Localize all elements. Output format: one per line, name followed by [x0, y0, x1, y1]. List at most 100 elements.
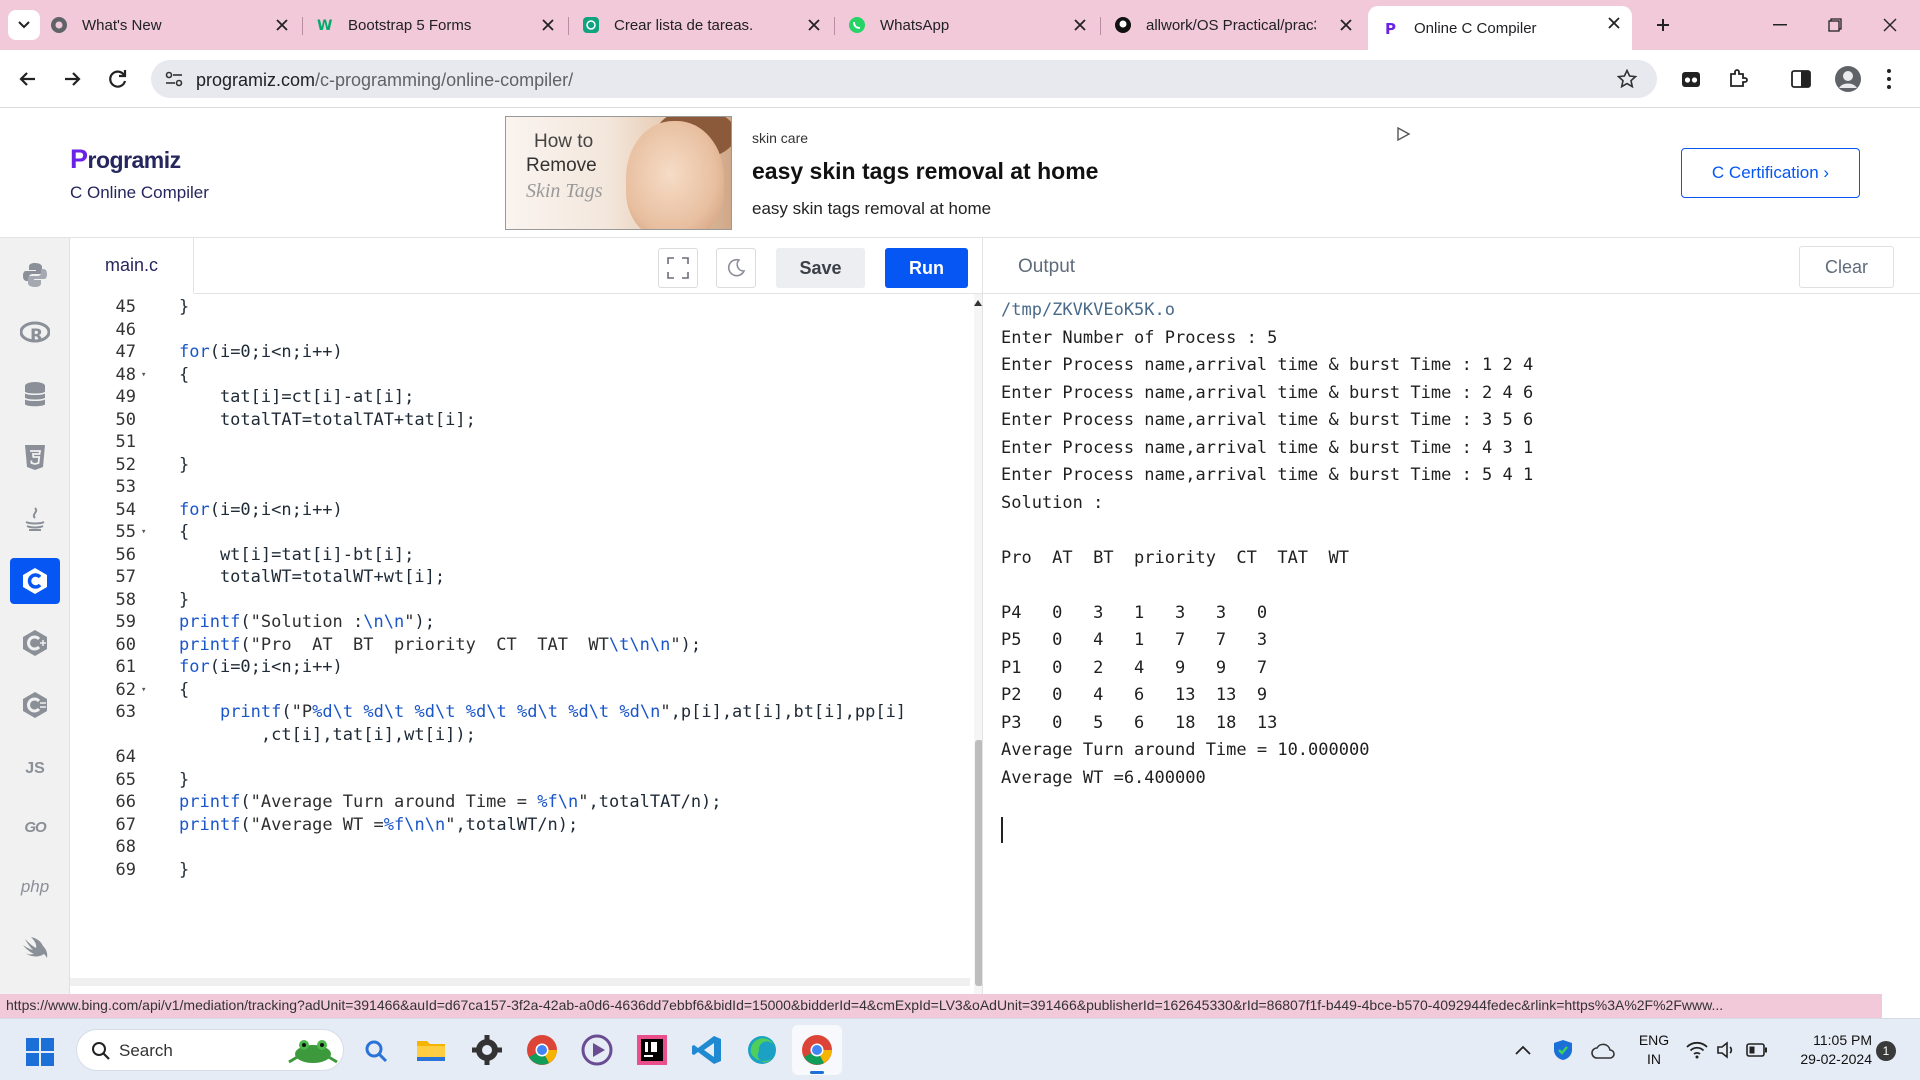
- line-number: 59: [115, 612, 136, 632]
- profile-avatar-icon[interactable]: [1834, 65, 1862, 93]
- language-go-button[interactable]: GO: [10, 804, 60, 850]
- tab-title: WhatsApp: [880, 16, 950, 34]
- language-c-button[interactable]: [10, 558, 60, 604]
- site-info-icon[interactable]: [165, 71, 183, 87]
- cpp-icon: [23, 630, 47, 656]
- adchoices-icon[interactable]: [1395, 126, 1411, 142]
- output-line: Enter Process name,arrival time & burst …: [1001, 355, 1534, 375]
- code-line: {: [179, 522, 190, 542]
- tab-title: Crear lista de tareas.: [614, 16, 754, 34]
- kebab-menu-icon[interactable]: [1886, 68, 1892, 90]
- bookmark-star-icon[interactable]: [1617, 69, 1637, 89]
- address-bar[interactable]: programiz.com/c-programming/online-compi…: [151, 60, 1657, 98]
- output-line: /tmp/ZKVKVEoK5K.o: [1001, 300, 1175, 320]
- file-tab-main-c[interactable]: main.c: [70, 238, 194, 294]
- chevron-down-icon: [18, 21, 30, 29]
- extension-icon[interactable]: [1680, 68, 1702, 90]
- tab-chatgpt[interactable]: Crear lista de tareas.: [568, 8, 832, 42]
- code-line: }: [179, 859, 190, 880]
- close-tab-icon[interactable]: [1606, 15, 1622, 31]
- line-number: 50: [115, 409, 136, 430]
- language-html-button[interactable]: [10, 434, 60, 480]
- line-number: 61: [115, 657, 136, 677]
- language-csharp-button[interactable]: [10, 682, 60, 728]
- fold-arrow-icon[interactable]: ▾: [141, 370, 146, 380]
- settings-gear-icon[interactable]: [470, 1033, 504, 1067]
- close-tab-icon[interactable]: [274, 17, 290, 33]
- volume-icon[interactable]: [1716, 1041, 1736, 1059]
- back-button[interactable]: [14, 65, 42, 93]
- tab-whatsapp[interactable]: WhatsApp: [834, 8, 1098, 42]
- extensions-puzzle-icon[interactable]: [1726, 67, 1750, 91]
- c-certification-button[interactable]: C Certification ›: [1681, 148, 1860, 198]
- vscode-icon[interactable]: [690, 1033, 724, 1067]
- language-r-button[interactable]: R: [10, 310, 60, 356]
- code-line: tat[i]=ct[i]-at[i];: [179, 387, 415, 407]
- chrome-icon[interactable]: [525, 1033, 559, 1067]
- notification-badge[interactable]: 1: [1876, 1041, 1896, 1061]
- close-tab-icon[interactable]: [1072, 17, 1088, 33]
- close-tab-icon[interactable]: [540, 17, 556, 33]
- language-java-button[interactable]: [10, 496, 60, 542]
- reload-button[interactable]: [104, 65, 132, 93]
- clear-button[interactable]: Clear: [1799, 246, 1894, 288]
- chrome-active-taskbar-button[interactable]: [792, 1025, 842, 1075]
- tab-w3schools[interactable]: W Bootstrap 5 Forms: [302, 8, 566, 42]
- close-tab-icon[interactable]: [1338, 17, 1354, 33]
- line-number: 57: [115, 567, 136, 587]
- system-clock[interactable]: 11:05 PM 29-02-2024: [1780, 1031, 1872, 1069]
- windows-security-icon[interactable]: [1553, 1039, 1573, 1061]
- output-panel: Output Clear /tmp/ZKVKVEoK5K.o Enter Numb…: [982, 238, 1920, 1008]
- copilot-search-icon[interactable]: [364, 1039, 388, 1063]
- close-window-button[interactable]: [1870, 12, 1910, 38]
- reload-icon: [109, 70, 127, 88]
- logo-text: rogramiz: [87, 147, 182, 173]
- restore-button[interactable]: [1815, 12, 1855, 38]
- ad-title[interactable]: easy skin tags removal at home: [752, 158, 1098, 185]
- line-number: 46: [115, 319, 136, 340]
- line-number: 52: [115, 454, 136, 475]
- code-area[interactable]: 45} 46 47 for(i=0;i<n;i++) 48 ▾ {49 tat[i]=ct[…: [70, 294, 970, 1008]
- fullscreen-button[interactable]: [658, 248, 698, 288]
- forward-button[interactable]: [58, 65, 86, 93]
- side-panel-icon[interactable]: [1790, 68, 1812, 90]
- edge-icon[interactable]: [745, 1033, 779, 1067]
- file-explorer-icon[interactable]: [414, 1033, 448, 1067]
- dark-mode-button[interactable]: [716, 248, 756, 288]
- language-cpp-button[interactable]: [10, 620, 60, 666]
- run-button[interactable]: Run: [885, 248, 968, 288]
- save-button[interactable]: Save: [776, 248, 865, 288]
- python-icon: [23, 263, 47, 287]
- programiz-logo[interactable]: Programiz: [70, 144, 181, 175]
- tab-github[interactable]: allwork/OS Practical/prac3: [1100, 8, 1364, 42]
- fold-arrow-icon[interactable]: ▾: [141, 527, 146, 537]
- intellij-icon[interactable]: [635, 1033, 669, 1067]
- code-line: {: [179, 364, 190, 385]
- media-player-icon[interactable]: [580, 1033, 614, 1067]
- fold-arrow-icon[interactable]: ▾: [141, 685, 146, 695]
- language-python-button[interactable]: [10, 252, 60, 298]
- onedrive-cloud-icon[interactable]: [1591, 1043, 1615, 1059]
- w3schools-icon: W: [316, 16, 334, 34]
- scroll-up-icon[interactable]: [974, 300, 982, 306]
- language-php-button[interactable]: php: [10, 864, 60, 910]
- input-language-indicator[interactable]: ENG IN: [1636, 1031, 1672, 1069]
- windows-start-icon[interactable]: [26, 1038, 54, 1066]
- restore-icon: [1828, 18, 1842, 32]
- ad-image[interactable]: How to Remove Skin Tags: [505, 116, 732, 230]
- language-sql-button[interactable]: [10, 372, 60, 418]
- new-tab-button[interactable]: [1650, 12, 1676, 38]
- editor-horizontal-scrollbar[interactable]: [70, 978, 970, 986]
- tab-chrome-settings[interactable]: What's New: [36, 8, 300, 42]
- tab-programiz[interactable]: P Online C Compiler: [1368, 6, 1632, 50]
- language-js-button[interactable]: JS: [10, 746, 60, 792]
- close-tab-icon[interactable]: [806, 17, 822, 33]
- language-swift-button[interactable]: [10, 926, 60, 972]
- advertisement-banner[interactable]: How to Remove Skin Tags skin care easy s…: [505, 116, 1505, 230]
- wifi-icon[interactable]: [1686, 1041, 1708, 1059]
- line-number: 69: [115, 859, 136, 880]
- show-hidden-icons-chevron-icon[interactable]: [1515, 1045, 1531, 1055]
- minimize-button[interactable]: [1760, 12, 1800, 38]
- taskbar-search-box[interactable]: Search: [76, 1029, 344, 1071]
- battery-icon[interactable]: [1746, 1043, 1768, 1057]
